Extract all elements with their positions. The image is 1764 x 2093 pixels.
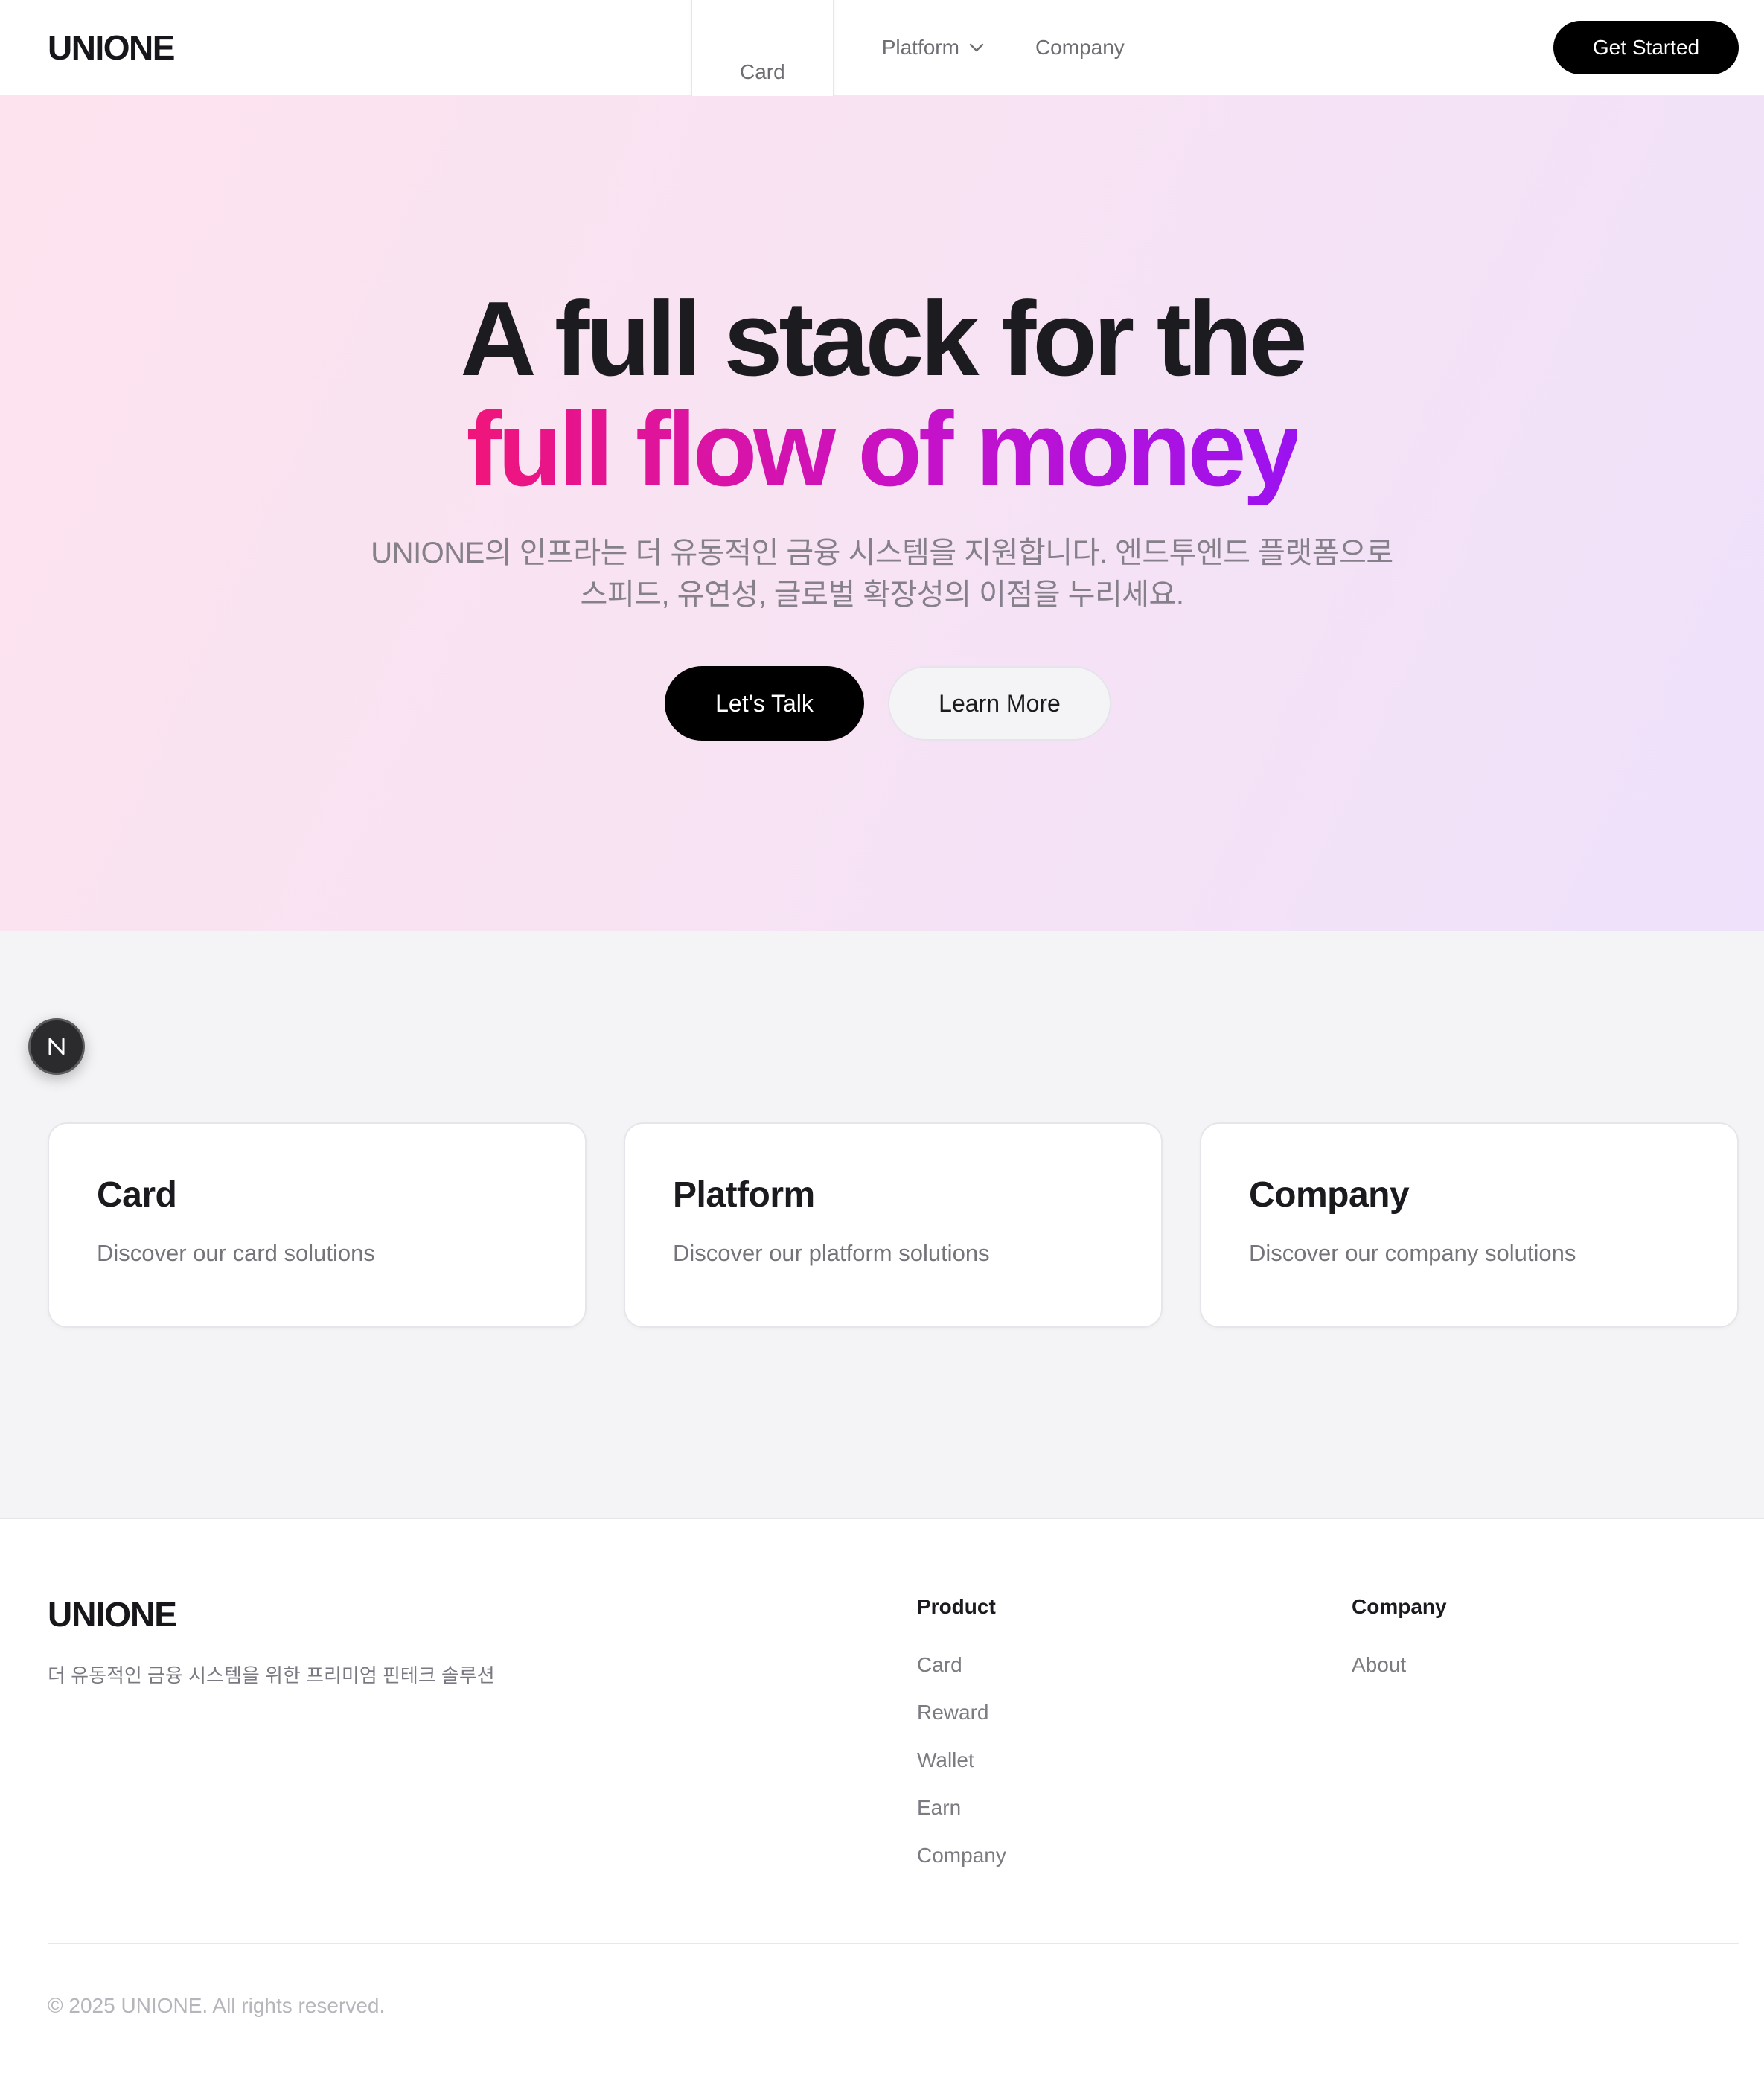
hero-subtitle: UNIONE의 인프라는 더 유동적인 금융 시스템을 지원합니다. 엔드투엔드… — [0, 532, 1764, 616]
get-started-button[interactable]: Get Started — [1553, 21, 1739, 74]
nav-link-company-label: Company — [1035, 36, 1125, 59]
hero-subtitle-line1: UNIONE의 인프라는 더 유동적인 금융 시스템을 지원합니다. 엔드투엔드… — [371, 537, 1393, 569]
chevron-down-icon — [969, 43, 984, 52]
card-description: Discover our platform solutions — [673, 1240, 990, 1266]
footer-heading-product: Product — [917, 1595, 996, 1618]
footer-link-card[interactable]: Card — [917, 1650, 1006, 1680]
copyright-text: © 2025 UNIONE. All rights reserved. — [48, 1994, 386, 2017]
lets-talk-button[interactable]: Let's Talk — [665, 666, 864, 741]
footer-link-earn[interactable]: Earn — [917, 1793, 1006, 1823]
footer-link-reward[interactable]: Reward — [917, 1698, 1006, 1728]
nav-link-card-label: Card — [740, 60, 785, 83]
nav-link-platform[interactable]: Platform — [882, 30, 985, 65]
card-title: Card — [97, 1175, 177, 1215]
nav-link-platform-label: Platform — [881, 36, 959, 59]
card-card[interactable]: Card Discover our card solutions — [48, 1122, 587, 1328]
card-platform[interactable]: Platform Discover our platform solutions — [624, 1122, 1163, 1328]
card-title: Platform — [673, 1175, 815, 1215]
footer-column-company: Company About — [1352, 1592, 1447, 1698]
footer-logo[interactable]: UNIONE — [48, 1594, 177, 1635]
footer-link-company[interactable]: Company — [917, 1841, 1006, 1870]
footer-divider — [48, 1943, 1739, 1944]
footer-heading-company: Company — [1352, 1595, 1447, 1618]
n-badge-button[interactable] — [28, 1018, 85, 1075]
footer-tagline: 더 유동적인 금융 시스템을 위한 프리미엄 핀테크 솔루션 — [48, 1664, 495, 1687]
logo[interactable]: UNIONE — [48, 27, 175, 68]
main-nav: Card Platform Company — [691, 0, 1125, 150]
footer-column-product: Product Card Reward Wallet Earn Company — [917, 1592, 1006, 1888]
nav-link-company[interactable]: Company — [1035, 30, 1125, 65]
hero-subtitle-line2: 스피드, 유연성, 글로벌 확장성의 이점을 누리세요. — [580, 578, 1184, 611]
card-title: Company — [1249, 1175, 1410, 1215]
learn-more-button[interactable]: Learn More — [888, 666, 1111, 741]
hero-title-line1: A full stack for the — [460, 280, 1308, 398]
footer-link-wallet[interactable]: Wallet — [917, 1745, 1006, 1775]
footer-links-product: Card Reward Wallet Earn Company — [917, 1650, 1006, 1870]
hero-section: A full stack for the full flow of money … — [0, 96, 1764, 931]
hero-title-line2-gradient: full flow of money — [466, 390, 1302, 508]
card-description: Discover our company solutions — [1249, 1240, 1576, 1266]
feature-cards: Card Discover our card solutions Platfor… — [48, 1122, 1739, 1328]
card-description: Discover our card solutions — [97, 1240, 375, 1266]
site-footer: UNIONE 더 유동적인 금융 시스템을 위한 프리미엄 핀테크 솔루션 Pr… — [0, 1518, 1764, 2093]
n-logo-icon — [48, 1038, 65, 1055]
hero-buttons: Let's Talk Learn More — [0, 666, 1764, 741]
site-header: UNIONE Card Platform Company Get Started — [0, 0, 1764, 150]
hero-title: A full stack for the full flow of money — [0, 284, 1764, 505]
footer-link-about[interactable]: About — [1352, 1650, 1447, 1680]
footer-links-company: About — [1352, 1650, 1447, 1680]
card-company[interactable]: Company Discover our company solutions — [1200, 1122, 1739, 1328]
